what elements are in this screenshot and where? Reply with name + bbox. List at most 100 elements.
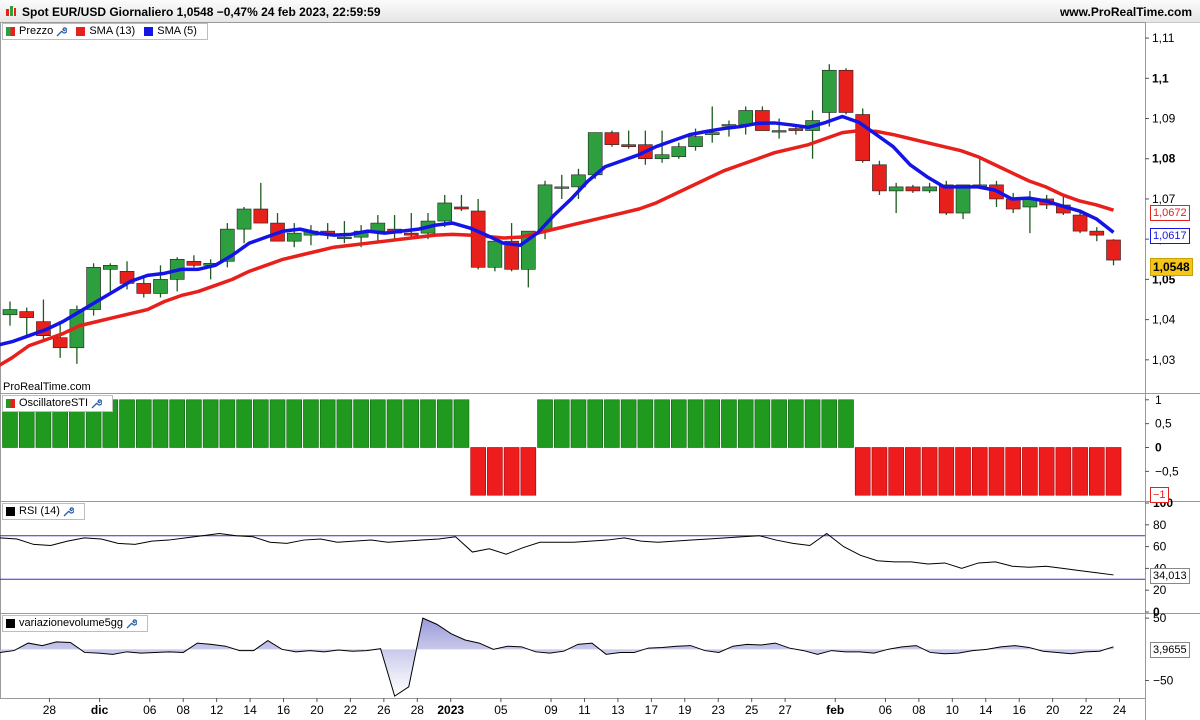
osc-bar	[353, 399, 369, 448]
legend-sma5: SMA (5)	[157, 25, 197, 37]
candle	[2, 309, 18, 316]
x-axis-label: 05	[494, 703, 508, 717]
vol-area	[0, 618, 1114, 697]
price-axis-label: 1,04	[1152, 313, 1176, 327]
wrench-icon[interactable]	[55, 26, 68, 38]
osc-bar	[520, 447, 537, 496]
candle	[738, 110, 753, 125]
osc-legend[interactable]: OscillatoreSTI	[2, 395, 114, 412]
osc-bar	[420, 399, 436, 448]
osc-bar	[821, 399, 838, 448]
candle	[136, 283, 152, 294]
osc-bar	[721, 399, 737, 448]
vol-line	[0, 617, 1114, 697]
candle	[286, 232, 302, 242]
x-axis-label: 08	[177, 703, 191, 717]
candle	[621, 144, 636, 147]
candle	[19, 311, 35, 318]
osc-bar	[704, 399, 721, 448]
osc-bar	[1005, 447, 1022, 496]
osc-bar	[604, 399, 620, 448]
osc-bar	[152, 399, 169, 448]
osc-bar	[403, 399, 420, 448]
x-axis-label: 22	[1079, 703, 1093, 717]
x-axis-label: feb	[826, 703, 844, 717]
osc-bar	[955, 447, 971, 496]
x-axis-label: 17	[645, 703, 659, 717]
candle	[52, 337, 68, 349]
x-axis-label: 12	[210, 703, 224, 717]
brand-link[interactable]: www.ProRealTime.com	[1060, 5, 1192, 19]
candle	[838, 69, 854, 113]
osc-bar	[804, 399, 821, 448]
price-legend[interactable]: Prezzo SMA (13) SMA (5)	[2, 23, 208, 40]
legend-prezzo: Prezzo	[19, 25, 54, 37]
x-axis-label: 16	[277, 703, 291, 717]
x-axis-label: 11	[578, 703, 591, 717]
candle	[470, 210, 486, 268]
osc-bar	[687, 399, 704, 448]
wrench-icon[interactable]	[125, 618, 137, 630]
candle	[236, 208, 252, 230]
price-axis-label: 1,08	[1152, 152, 1176, 166]
osc-bar	[269, 399, 286, 448]
vol-swatch-icon	[6, 619, 15, 628]
x-axis-label: 10	[946, 703, 960, 717]
sma5-swatch-icon	[144, 27, 154, 36]
x-axis-label: 20	[1046, 703, 1060, 717]
osc-bar	[570, 399, 587, 448]
osc-bar	[169, 399, 185, 448]
x-axis-label: 20	[310, 703, 324, 717]
osc-bar	[620, 399, 637, 448]
vol-axis-label: 50	[1153, 611, 1167, 625]
price-axis-label: 1,09	[1152, 112, 1176, 126]
candle	[587, 132, 603, 176]
osc-bar	[487, 447, 503, 496]
osc-bar	[336, 399, 353, 448]
osc-bar	[971, 447, 988, 496]
legend-rsi: RSI (14)	[19, 505, 60, 517]
vol-legend[interactable]: variazionevolume5gg	[2, 615, 148, 632]
wrench-icon[interactable]	[90, 398, 103, 410]
candle	[955, 184, 971, 214]
legend-osc: OscillatoreSTI	[19, 397, 89, 409]
candle	[654, 154, 670, 160]
candle	[103, 265, 118, 270]
osc-bar	[470, 447, 486, 496]
legend-vol: variazionevolume5gg	[19, 617, 123, 629]
candle	[905, 186, 921, 192]
candle	[337, 236, 352, 239]
rsi-axis-label: 20	[1153, 583, 1167, 597]
price-swatch-icon	[6, 27, 15, 36]
candle	[688, 136, 703, 147]
wrench-icon[interactable]	[62, 506, 74, 518]
osc-value-tag: −1	[1150, 487, 1169, 503]
sma5-price-tag: 1,0617	[1150, 228, 1190, 244]
osc-bar	[1038, 447, 1055, 496]
osc-bar	[119, 399, 135, 448]
price-axis-label: 1,03	[1152, 353, 1176, 367]
candle	[755, 110, 770, 131]
sma5-line	[0, 114, 1115, 347]
candle	[1089, 230, 1105, 236]
osc-bar	[1089, 447, 1105, 496]
candle	[403, 232, 419, 236]
candle	[872, 164, 887, 192]
x-axis-label: 08	[912, 703, 926, 717]
osc-bar	[1055, 447, 1072, 496]
osc-bar	[637, 399, 654, 448]
rsi-value-tag: 34,013	[1150, 568, 1190, 584]
price-axis-label: 1,1	[1152, 71, 1169, 85]
chart-frame	[0, 22, 1146, 699]
price-axis-label: 1,11	[1152, 31, 1175, 45]
x-axis-label: 22	[344, 703, 358, 717]
osc-bar	[286, 399, 303, 448]
rsi-line	[0, 532, 1114, 576]
osc-swatch-icon	[6, 399, 15, 408]
osc-bar	[788, 399, 804, 448]
x-axis-label: 14	[979, 703, 993, 717]
rsi-legend[interactable]: RSI (14)	[2, 503, 85, 520]
chart-area[interactable]: 1,111,11,091,081,071,061,051,041,0310,50…	[0, 22, 1200, 720]
candle	[370, 222, 386, 232]
vol-axis-label: −50	[1153, 674, 1174, 688]
